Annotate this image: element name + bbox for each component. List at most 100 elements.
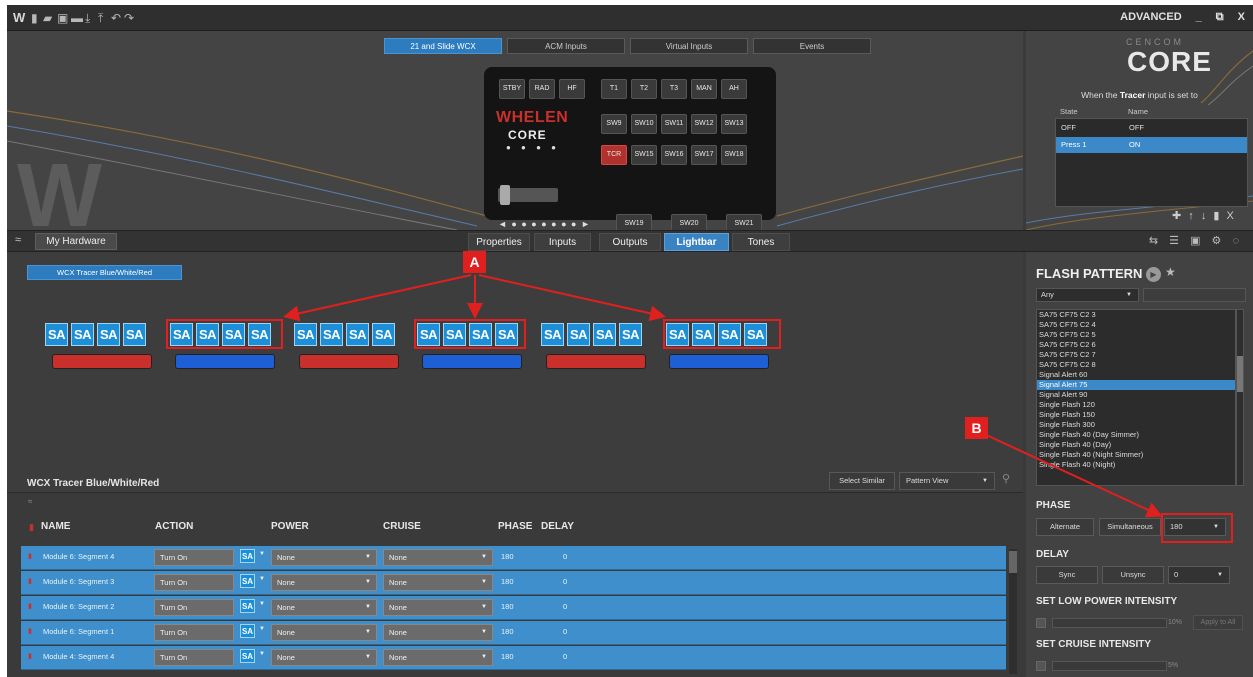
pattern-list-scrollbar-thumb[interactable] [1237,356,1243,392]
chevron-down-icon[interactable]: ▼ [259,551,265,557]
power-dropdown[interactable]: None ▼ [271,574,377,591]
table-row[interactable]: ▮ Module 4: Segment 4 Turn On SA ▼ None ▼… [21,646,1006,670]
tab-21-and-slide-wcx[interactable]: 21 and Slide WCX [384,38,502,54]
sa-light-head[interactable]: SA [593,323,616,346]
chevron-down-icon[interactable]: ▼ [259,601,265,607]
power-dropdown[interactable]: None ▼ [271,599,377,616]
tab-properties[interactable]: Properties [468,233,530,251]
cruise-slider[interactable] [1052,661,1167,671]
low-power-checkbox[interactable] [1036,618,1046,628]
t3-button[interactable]: T3 [661,79,687,99]
tab-tones[interactable]: Tones [732,233,790,251]
action-dropdown[interactable]: Turn On [154,574,234,591]
chevron-down-icon[interactable]: ▼ [259,651,265,657]
pattern-item[interactable]: SA75 CF75 C2 7 [1037,350,1235,360]
pattern-item[interactable]: SA75 CF75 C2 5 [1037,330,1235,340]
tab-inputs[interactable]: Inputs [534,233,591,251]
sa-light-head[interactable]: SA [346,323,369,346]
cruise-dropdown[interactable]: None ▼ [383,649,493,666]
ah-button[interactable]: AH [721,79,747,99]
sa-light-head[interactable]: SA [567,323,590,346]
header-power[interactable]: POWER [271,521,309,532]
arrow-stick-indicator[interactable]: ◄ ● ● ● ● ● ● ● ► [498,219,591,229]
table-row[interactable]: ▮ Module 6: Segment 4 Turn On SA ▼ None ▼… [21,546,1006,570]
sa-light-head[interactable]: SA [294,323,317,346]
t2-button[interactable]: T2 [631,79,657,99]
pattern-item[interactable]: Single Flash 40 (Day) [1037,440,1235,450]
view-tools-icons[interactable]: ⇆ ☰ ▣ ⚙ ◌ [1149,234,1243,247]
action-dropdown[interactable]: Turn On [154,649,234,666]
phase-value[interactable]: 180 [501,577,514,586]
phase-value[interactable]: 180 [501,652,514,661]
select-similar-button[interactable]: Select Similar [829,472,895,490]
sa-light-head[interactable]: SA [619,323,642,346]
action-dropdown[interactable]: Turn On [154,624,234,641]
cruise-dropdown[interactable]: None ▼ [383,574,493,591]
alternate-button[interactable]: Alternate [1036,518,1094,536]
table-row[interactable]: ▮ Module 6: Segment 3 Turn On SA ▼ None ▼… [21,571,1006,595]
action-dropdown[interactable]: Turn On [154,549,234,566]
tab-outputs[interactable]: Outputs [599,233,661,251]
state-row[interactable]: OFF OFF [1056,120,1247,136]
phase-value[interactable]: 180 [501,552,514,561]
sw9-button[interactable]: SW9 [601,114,627,134]
new-file-icon[interactable]: ▮ [31,11,38,25]
simultaneous-button[interactable]: Simultaneous [1099,518,1161,536]
tab-acm-inputs[interactable]: ACM Inputs [507,38,625,54]
delay-dropdown[interactable]: 0 ▼ [1168,566,1230,584]
pattern-item-selected[interactable]: Signal Alert 75 [1037,380,1235,390]
sa-light-head[interactable]: SA [123,323,146,346]
cruise-dropdown[interactable]: None ▼ [383,599,493,616]
redo-icon[interactable]: ↷ [124,11,134,25]
sw11-button[interactable]: SW11 [661,114,687,134]
download-icon[interactable]: ⤓ [85,11,90,25]
delay-value[interactable]: 0 [563,602,567,611]
tab-virtual-inputs[interactable]: Virtual Inputs [630,38,748,54]
power-dropdown[interactable]: None ▼ [271,649,377,666]
pattern-search-input[interactable] [1143,288,1246,302]
cruise-dropdown[interactable]: None ▼ [383,624,493,641]
low-power-slider[interactable] [1052,618,1167,628]
pattern-item[interactable]: Single Flash 40 (Night Simmer) [1037,450,1235,460]
phase-value[interactable]: 180 [501,602,514,611]
lightbar-module-bar[interactable] [546,354,646,369]
pattern-item[interactable]: SA75 CF75 C2 6 [1037,340,1235,350]
pattern-item[interactable]: Signal Alert 90 [1037,390,1235,400]
sw17-button[interactable]: SW17 [691,145,717,165]
sw18-button[interactable]: SW18 [721,145,747,165]
power-dropdown[interactable]: None ▼ [271,549,377,566]
tcr-button[interactable]: TCR [601,145,627,165]
lightbar-module-bar[interactable] [299,354,399,369]
pattern-item[interactable]: SA75 CF75 C2 3 [1037,310,1235,320]
lightbar-module-bar[interactable] [175,354,275,369]
phase-value[interactable]: 180 [501,627,514,636]
t1-button[interactable]: T1 [601,79,627,99]
header-cruise[interactable]: CRUISE [383,521,421,532]
header-phase[interactable]: PHASE [498,521,532,532]
apply-to-all-button[interactable]: Apply to All [1193,615,1243,630]
stby-button[interactable]: STBY [499,79,525,99]
action-dropdown[interactable]: Turn On [154,599,234,616]
save-icon[interactable]: ▣ [57,11,68,25]
search-icon[interactable]: ⚲ [1002,472,1010,485]
sa-light-head[interactable]: SA [71,323,94,346]
sync-button[interactable]: Sync [1036,566,1098,584]
mode-label[interactable]: ADVANCED [1120,10,1182,24]
tab-lightbar[interactable]: Lightbar [664,233,729,251]
sa-light-head[interactable]: SA [320,323,343,346]
lightbar-module-bar[interactable] [52,354,152,369]
table-row[interactable]: ▮ Module 6: Segment 2 Turn On SA ▼ None ▼… [21,596,1006,620]
table-row[interactable]: ▮ Module 6: Segment 1 Turn On SA ▼ None ▼… [21,621,1006,645]
pattern-item[interactable]: Signal Alert 60 [1037,370,1235,380]
pattern-item[interactable]: Single Flash 150 [1037,410,1235,420]
pattern-item[interactable]: Single Flash 120 [1037,400,1235,410]
delay-value[interactable]: 0 [563,627,567,636]
sw16-button[interactable]: SW16 [661,145,687,165]
man-button[interactable]: MAN [691,79,717,99]
star-icon[interactable]: ★ [1165,265,1176,279]
pattern-item[interactable]: SA75 CF75 C2 8 [1037,360,1235,370]
collapse-table-icon[interactable]: ≈ [28,497,32,506]
pattern-item[interactable]: SA75 CF75 C2 4 [1037,320,1235,330]
play-icon[interactable]: ▶ [1146,267,1161,282]
lightbar-module-bar[interactable] [669,354,769,369]
